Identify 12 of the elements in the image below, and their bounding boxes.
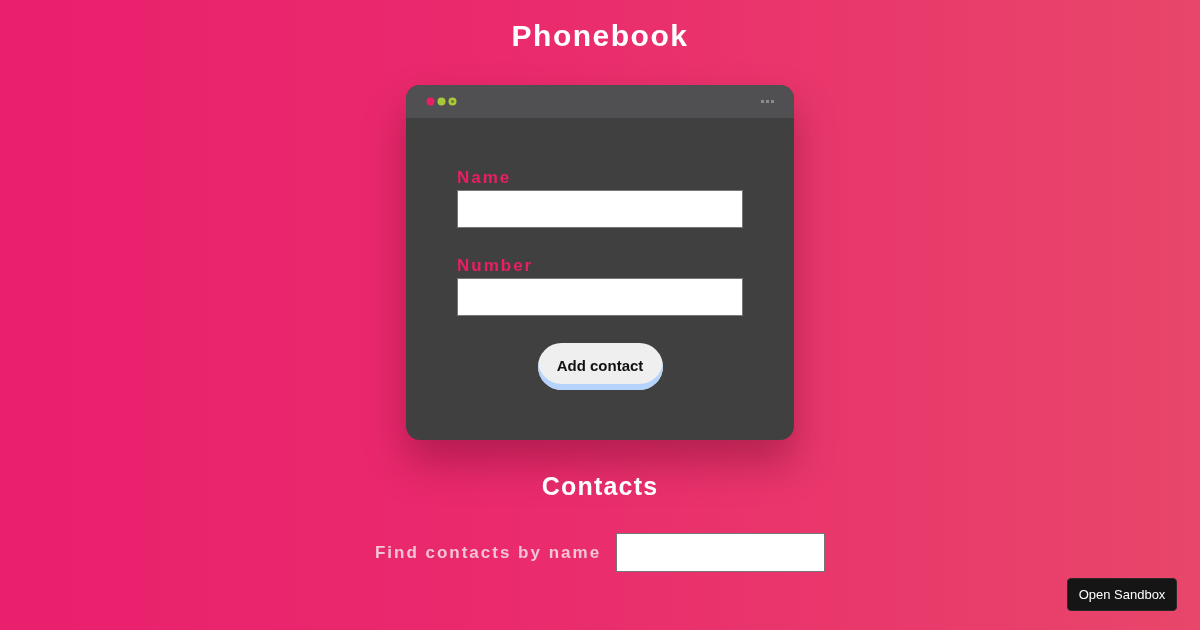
open-sandbox-button[interactable]: Open Sandbox [1067, 578, 1177, 611]
filter-label: Find contacts by name [374, 542, 602, 563]
input-field[interactable] [457, 278, 743, 316]
search-field[interactable] [616, 533, 826, 572]
more-menu-icon[interactable] [761, 100, 774, 103]
page-title: Phonebook [511, 18, 689, 54]
input-field[interactable] [457, 190, 743, 228]
section-heading: Contacts [541, 471, 659, 501]
field-label: Name [457, 168, 512, 188]
window-dots-icon [426, 97, 457, 106]
field-label: Number [457, 256, 534, 276]
add-contact-button[interactable]: Add contact [537, 343, 663, 390]
